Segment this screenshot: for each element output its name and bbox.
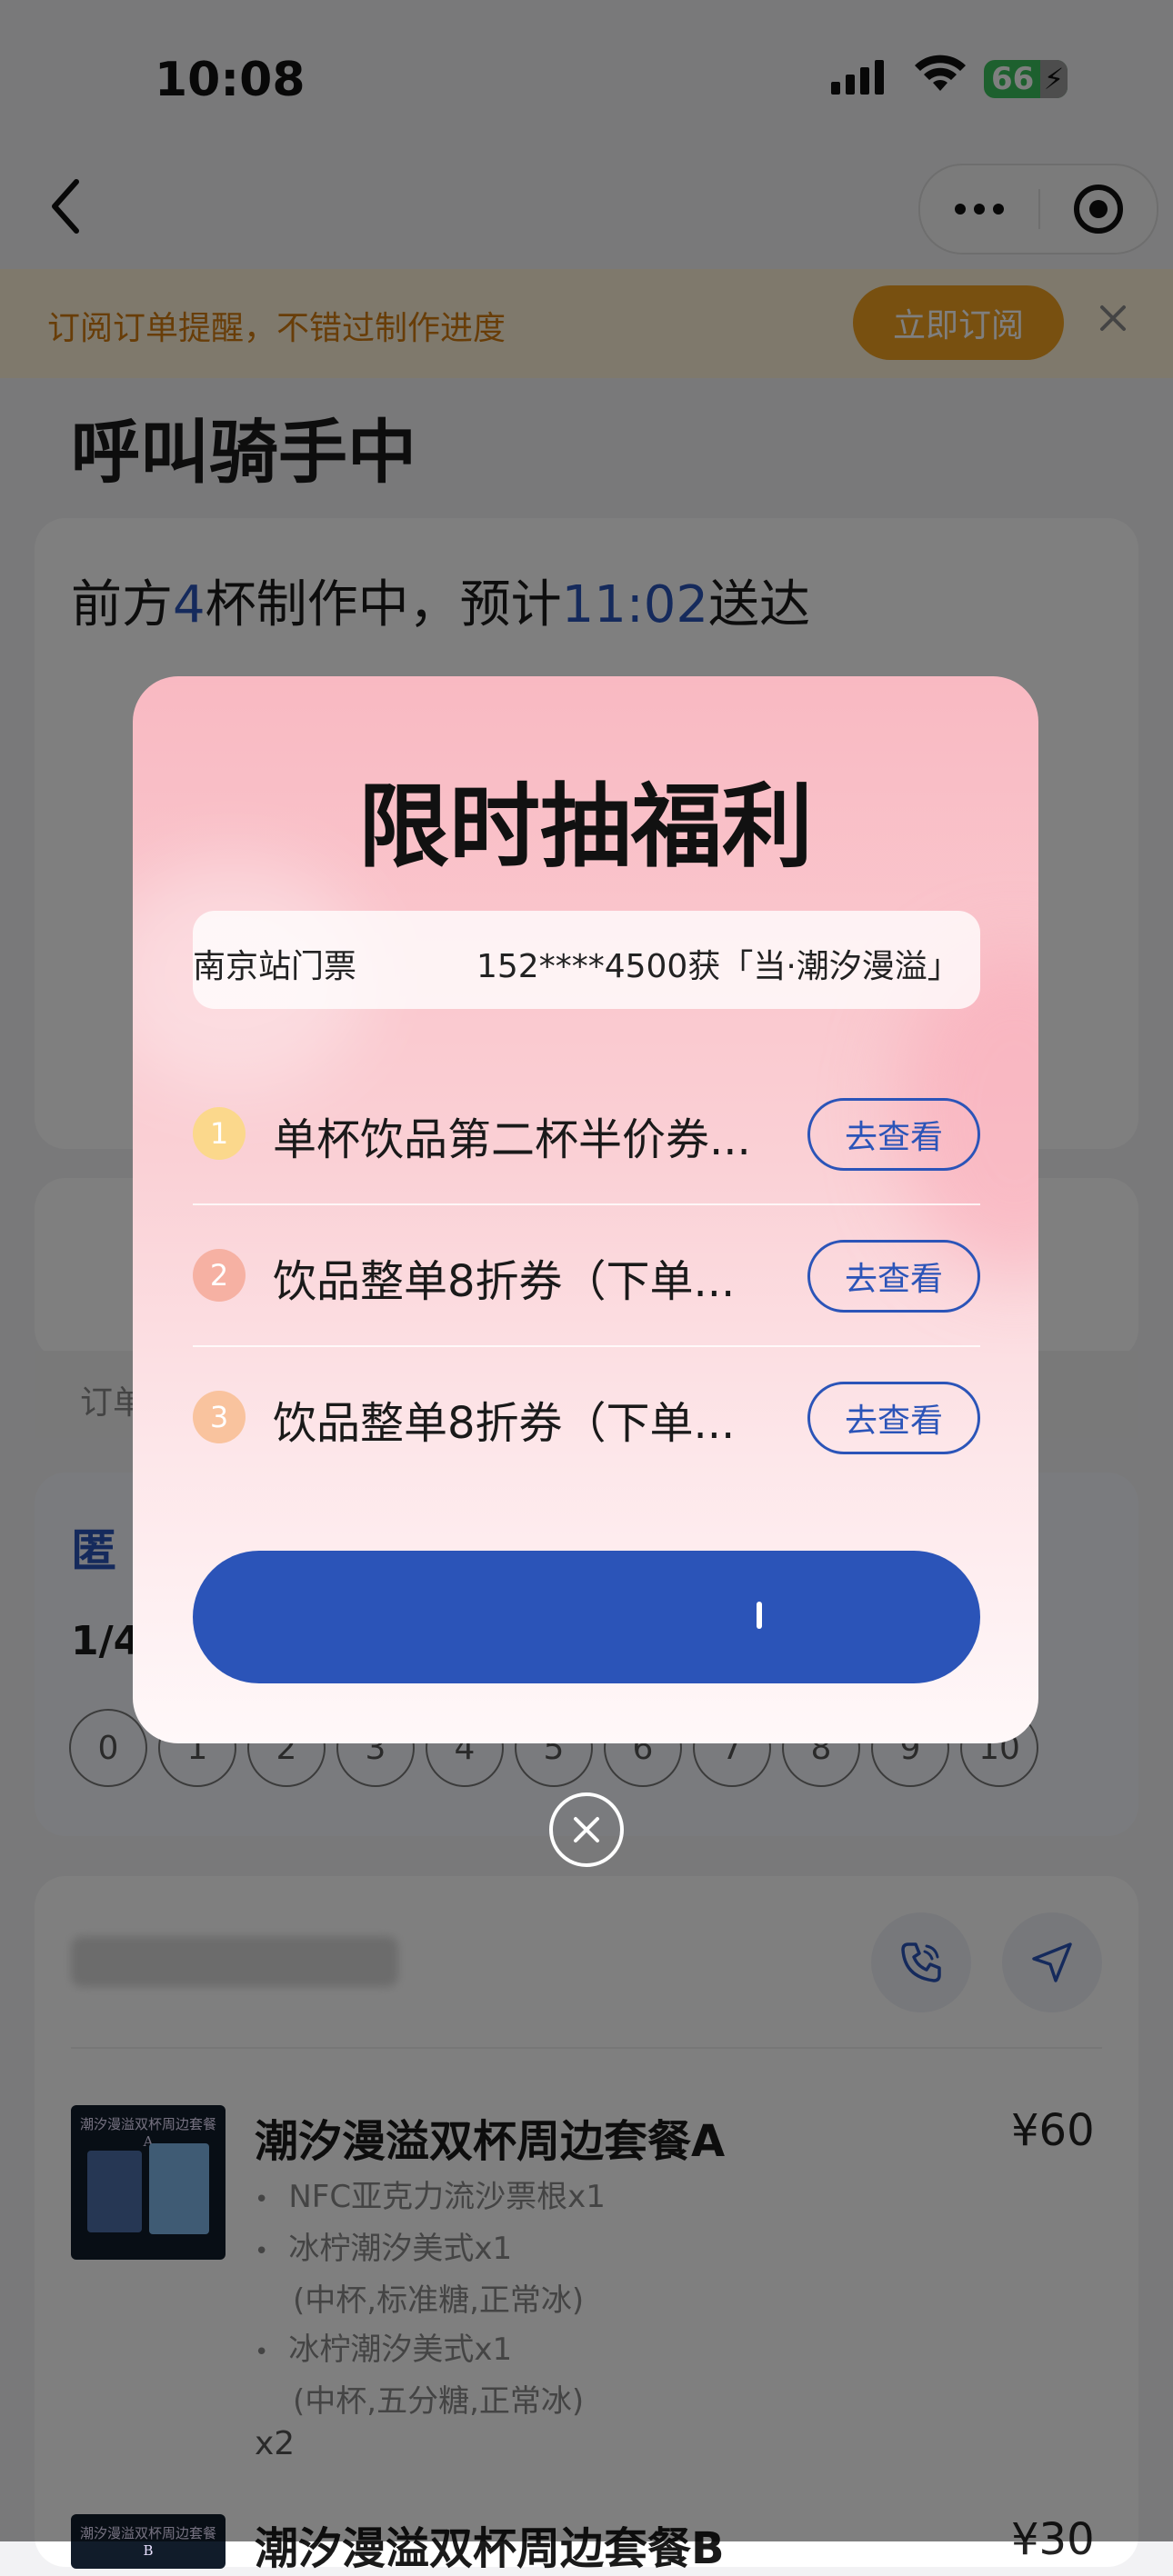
view-prize-button[interactable]: 去查看	[807, 1098, 980, 1171]
prize-row: 3 饮品整单8折券（下单... 去查看	[193, 1347, 980, 1489]
loading-spark-icon	[757, 1602, 762, 1629]
prize-rank-badge: 3	[193, 1391, 246, 1443]
prize-row: 2 饮品整单8折券（下单... 去查看	[193, 1205, 980, 1347]
ticker-text: 152****4500获「当·潮汐漫溢」	[476, 948, 960, 985]
prize-label: 饮品整单8折券（下单...	[273, 1398, 736, 1449]
draw-button[interactable]	[193, 1551, 980, 1683]
prize-rank-badge: 2	[193, 1249, 246, 1302]
modal-title: 限时抽福利	[358, 774, 813, 880]
view-prize-button[interactable]: 去查看	[807, 1240, 980, 1313]
prize-label: 单杯饮品第二杯半价券...	[273, 1114, 751, 1165]
prize-label: 饮品整单8折券（下单...	[273, 1256, 736, 1307]
prize-row: 1 单杯饮品第二杯半价券... 去查看	[193, 1063, 980, 1205]
winner-ticker: 南京站门票 152****4500获「当·潮汐漫溢」	[193, 911, 980, 1009]
close-circle-icon[interactable]	[549, 1792, 624, 1867]
view-prize-button[interactable]: 去查看	[807, 1382, 980, 1454]
prize-rank-badge: 1	[193, 1107, 246, 1160]
ticker-text: 南京站门票	[193, 948, 357, 985]
